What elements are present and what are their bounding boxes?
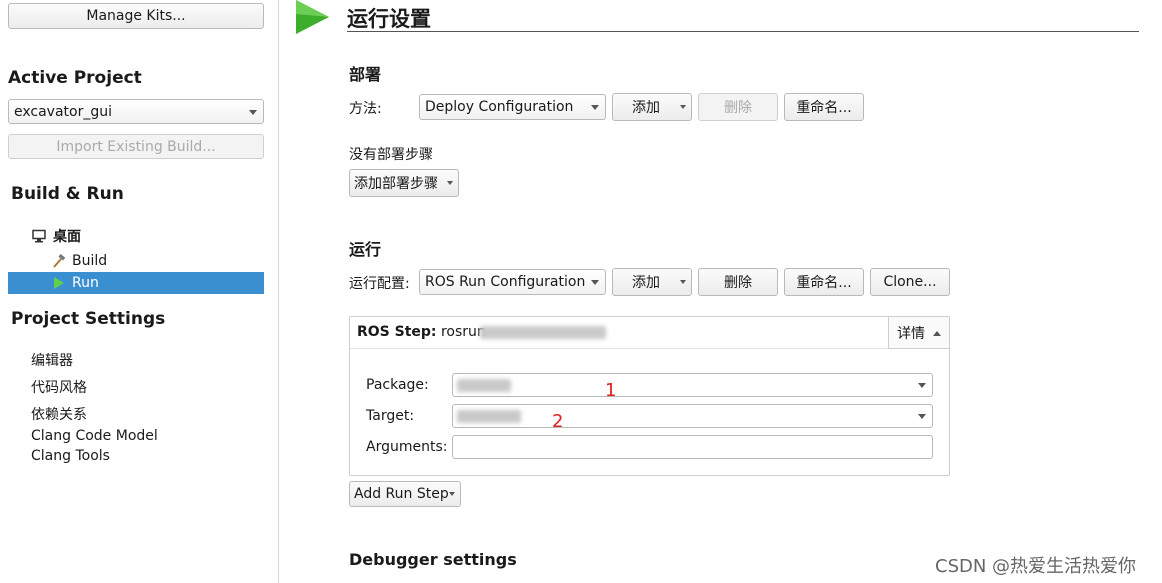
menu-arrow-icon bbox=[449, 492, 455, 496]
run-add-button[interactable]: 添加 bbox=[612, 268, 692, 296]
active-project-heading: Active Project bbox=[8, 68, 142, 88]
settings-item-clang-tools[interactable]: Clang Tools bbox=[31, 448, 110, 464]
active-project-value: excavator_gui bbox=[14, 103, 113, 120]
chevron-down-icon bbox=[249, 109, 257, 115]
annotation-2: 2 bbox=[552, 411, 564, 432]
redacted-text bbox=[480, 326, 606, 339]
settings-item-code-style[interactable]: 代码风格 bbox=[31, 377, 87, 397]
chevron-down-icon bbox=[918, 414, 926, 419]
menu-arrow-icon bbox=[680, 280, 686, 284]
deploy-add-label: 添加 bbox=[632, 100, 660, 116]
menu-arrow-icon bbox=[680, 105, 686, 109]
run-config-value: ROS Run Configuration bbox=[425, 274, 586, 290]
chevron-up-icon bbox=[933, 331, 941, 336]
sidebar: Manage Kits... Active Project excavator_… bbox=[0, 0, 279, 583]
title-divider bbox=[347, 31, 1139, 32]
package-label: Package: bbox=[366, 377, 429, 393]
run-heading: 运行 bbox=[349, 240, 382, 259]
page-title: 运行设置 bbox=[347, 7, 431, 31]
run-add-label: 添加 bbox=[632, 275, 660, 291]
redacted-target bbox=[457, 410, 521, 423]
monitor-icon bbox=[32, 229, 46, 243]
run-config-combo[interactable]: ROS Run Configuration bbox=[419, 269, 606, 295]
manage-kits-button[interactable]: Manage Kits... bbox=[8, 3, 264, 29]
arguments-input[interactable] bbox=[452, 435, 933, 459]
arguments-label: Arguments: bbox=[366, 439, 448, 455]
settings-item-dependencies[interactable]: 依赖关系 bbox=[31, 404, 87, 424]
kit-label: 桌面 bbox=[53, 229, 81, 245]
run-clone-button[interactable]: Clone... bbox=[870, 268, 950, 296]
tree-item-build[interactable]: Build bbox=[8, 250, 264, 272]
run-config-label: 运行配置: bbox=[349, 276, 410, 292]
deploy-method-value: Deploy Configuration bbox=[425, 99, 574, 115]
watermark: CSDN @热爱生活热爱你 bbox=[935, 556, 1137, 577]
deploy-heading: 部署 bbox=[349, 65, 382, 84]
details-toggle-button[interactable]: 详情 bbox=[888, 317, 949, 349]
ros-step-panel: ROS Step: rosrun 详情 Package: Target: Arg… bbox=[349, 316, 950, 476]
tree-item-desktop-kit[interactable]: 桌面 bbox=[8, 225, 264, 247]
chevron-down-icon bbox=[591, 280, 599, 285]
annotation-1: 1 bbox=[605, 380, 617, 401]
run-settings-icon bbox=[296, 0, 329, 34]
active-project-combo[interactable]: excavator_gui bbox=[8, 99, 264, 124]
details-label: 详情 bbox=[897, 325, 925, 342]
menu-arrow-icon bbox=[447, 181, 453, 185]
settings-item-clang-code-model[interactable]: Clang Code Model bbox=[31, 428, 158, 444]
target-label: Target: bbox=[366, 408, 415, 424]
add-run-step-label: Add Run Step bbox=[354, 486, 449, 502]
ros-step-title-bold: ROS Step: bbox=[357, 324, 437, 340]
deploy-method-label: 方法: bbox=[349, 101, 382, 117]
project-settings-heading: Project Settings bbox=[11, 309, 166, 329]
run-triangle-icon bbox=[54, 277, 64, 289]
no-deploy-steps-label: 没有部署步骤 bbox=[349, 147, 433, 163]
add-deploy-step-button[interactable]: 添加部署步骤 bbox=[349, 169, 459, 197]
deploy-rename-button[interactable]: 重命名... bbox=[784, 93, 864, 121]
build-run-heading: Build & Run bbox=[11, 184, 124, 204]
deploy-remove-button[interactable]: 删除 bbox=[698, 93, 778, 121]
ros-step-title: ROS Step: rosrun bbox=[357, 324, 486, 340]
deploy-method-combo[interactable]: Deploy Configuration bbox=[419, 94, 606, 120]
add-run-step-button[interactable]: Add Run Step bbox=[349, 481, 461, 507]
run-label: Run bbox=[72, 275, 99, 291]
redacted-package bbox=[457, 379, 511, 392]
run-remove-button[interactable]: 删除 bbox=[698, 268, 778, 296]
target-combo[interactable] bbox=[452, 404, 933, 428]
hammer-icon bbox=[53, 254, 66, 268]
build-label: Build bbox=[72, 253, 108, 269]
deploy-add-button[interactable]: 添加 bbox=[612, 93, 692, 121]
import-existing-build-button[interactable]: Import Existing Build... bbox=[8, 134, 264, 159]
package-combo[interactable] bbox=[452, 373, 933, 397]
ros-step-header[interactable]: ROS Step: rosrun 详情 bbox=[350, 317, 949, 349]
chevron-down-icon bbox=[918, 383, 926, 388]
settings-item-editor[interactable]: 编辑器 bbox=[31, 350, 73, 370]
chevron-down-icon bbox=[591, 105, 599, 110]
add-deploy-step-label: 添加部署步骤 bbox=[354, 176, 438, 192]
tree-item-run[interactable]: Run bbox=[8, 272, 264, 294]
debugger-settings-heading: Debugger settings bbox=[349, 550, 517, 569]
run-rename-button[interactable]: 重命名... bbox=[784, 268, 864, 296]
